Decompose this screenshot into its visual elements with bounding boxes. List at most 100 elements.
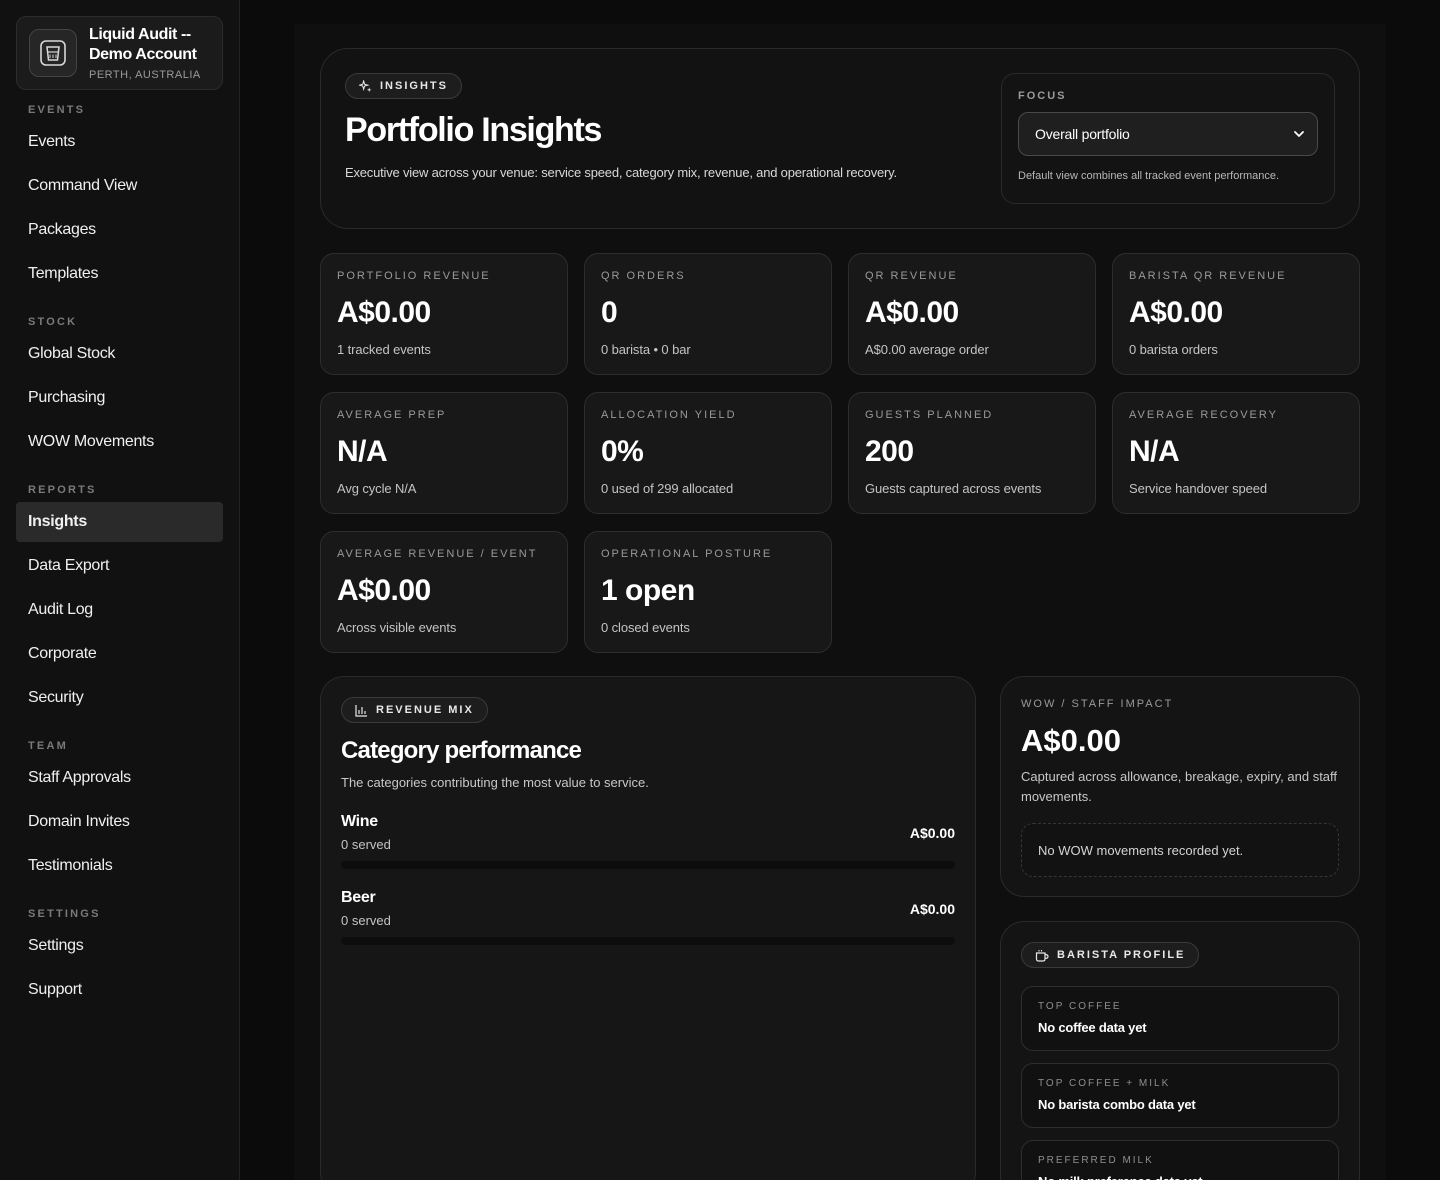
category-progress-bar — [341, 861, 955, 869]
stat-portfolio-revenue: PORTFOLIO REVENUE A$0.00 1 tracked event… — [320, 253, 568, 375]
sidebar-item-support[interactable]: Support — [16, 970, 223, 1010]
category-row-wine: Wine 0 served A$0.00 — [341, 813, 955, 873]
barista-item-value: No milk preference data yet — [1038, 1174, 1322, 1180]
focus-label: FOCUS — [1018, 90, 1067, 102]
stat-guests-planned: GUESTS PLANNED 200 Guests captured acros… — [848, 392, 1096, 514]
stat-qr-orders: QR ORDERS 0 0 barista • 0 bar — [584, 253, 832, 375]
barista-profile-badge: BARISTA PROFILE — [1021, 942, 1200, 968]
focus-select[interactable]: Overall portfolio — [1018, 112, 1318, 156]
category-amount: A$0.00 — [909, 901, 955, 917]
sidebar-item-insights[interactable]: Insights — [16, 502, 223, 542]
category-served: 0 served — [341, 913, 391, 928]
stat-label: BARISTA QR REVENUE — [1129, 270, 1287, 282]
wow-value: A$0.00 — [1021, 723, 1121, 758]
stat-note: Avg cycle N/A — [337, 481, 417, 496]
barista-top-coffee: TOP COFFEE No coffee data yet — [1021, 986, 1339, 1051]
stat-label: GUESTS PLANNED — [865, 409, 994, 421]
category-performance-title: Category performance — [341, 737, 582, 764]
revenue-mix-badge-label: REVENUE MIX — [376, 704, 474, 716]
sidebar: Liquid Audit -- Demo Account PERTH, AUST… — [0, 0, 240, 1180]
sidebar-item-purchasing[interactable]: Purchasing — [16, 378, 223, 418]
stat-note: Guests captured across events — [865, 481, 1042, 496]
category-name: Wine — [341, 813, 378, 830]
stat-label: AVERAGE PREP — [337, 409, 447, 421]
category-served: 0 served — [341, 837, 391, 852]
stat-label: ALLOCATION YIELD — [601, 409, 737, 421]
sidebar-item-templates[interactable]: Templates — [16, 254, 223, 294]
stat-allocation-yield: ALLOCATION YIELD 0% 0 used of 299 alloca… — [584, 392, 832, 514]
category-row-beer: Beer 0 served A$0.00 — [341, 889, 955, 949]
bar-chart-icon — [355, 704, 367, 717]
stat-note: 0 used of 299 allocated — [601, 481, 734, 496]
sidebar-item-settings[interactable]: Settings — [16, 926, 223, 966]
category-progress-bar — [341, 937, 955, 945]
insights-badge-label: INSIGHTS — [380, 80, 448, 92]
nav-section-stock: STOCK — [28, 316, 78, 328]
insights-hero: INSIGHTS Portfolio Insights Executive vi… — [320, 48, 1360, 229]
stat-note: 0 closed events — [601, 620, 690, 635]
stat-value: 1 open — [601, 574, 695, 607]
stat-label: QR REVENUE — [865, 270, 958, 282]
barista-preferred-milk: PREFERRED MILK No milk preference data y… — [1021, 1140, 1339, 1180]
barista-profile-card: BARISTA PROFILE TOP COFFEE No coffee dat… — [1000, 921, 1360, 1180]
stat-note: 0 barista orders — [1129, 342, 1218, 357]
stat-average-prep: AVERAGE PREP N/A Avg cycle N/A — [320, 392, 568, 514]
stat-label: AVERAGE RECOVERY — [1129, 409, 1278, 421]
sidebar-item-data-export[interactable]: Data Export — [16, 546, 223, 586]
barista-item-value: No barista combo data yet — [1038, 1097, 1196, 1112]
account-name: Liquid Audit -- Demo Account — [89, 26, 197, 63]
sparkles-icon — [359, 79, 372, 92]
wow-empty-state: No WOW movements recorded yet. — [1021, 823, 1339, 877]
page-subtitle: Executive view across your venue: servic… — [345, 165, 897, 180]
sidebar-item-staff-approvals[interactable]: Staff Approvals — [16, 758, 223, 798]
account-switcher[interactable]: Liquid Audit -- Demo Account PERTH, AUST… — [16, 16, 223, 90]
coffee-cup-icon — [1035, 949, 1049, 962]
account-location: PERTH, AUSTRALIA — [89, 69, 201, 81]
revenue-mix-badge: REVENUE MIX — [341, 697, 488, 723]
stat-value: A$0.00 — [337, 574, 431, 607]
stat-label: PORTFOLIO REVENUE — [337, 270, 491, 282]
stat-label: AVERAGE REVENUE / EVENT — [337, 548, 538, 560]
stat-label: QR ORDERS — [601, 270, 686, 282]
stat-value: A$0.00 — [865, 296, 959, 329]
barista-item-label: TOP COFFEE — [1038, 1001, 1122, 1012]
barista-top-coffee-milk: TOP COFFEE + MILK No barista combo data … — [1021, 1063, 1339, 1128]
wow-impact-card: WOW / STAFF IMPACT A$0.00 Captured acros… — [1000, 676, 1360, 897]
sidebar-item-events[interactable]: Events — [16, 122, 223, 162]
sidebar-item-command-view[interactable]: Command View — [16, 166, 223, 206]
nav-section-settings: SETTINGS — [28, 908, 101, 920]
stat-value: 0% — [601, 435, 644, 468]
stat-qr-revenue: QR REVENUE A$0.00 A$0.00 average order — [848, 253, 1096, 375]
sidebar-item-audit-log[interactable]: Audit Log — [16, 590, 223, 630]
sidebar-item-domain-invites[interactable]: Domain Invites — [16, 802, 223, 842]
stat-note: 1 tracked events — [337, 342, 431, 357]
stat-note: A$0.00 average order — [865, 342, 989, 357]
stat-barista-qr-revenue: BARISTA QR REVENUE A$0.00 0 barista orde… — [1112, 253, 1360, 375]
stat-value: N/A — [337, 435, 388, 468]
barista-profile-badge-label: BARISTA PROFILE — [1057, 949, 1186, 961]
sidebar-item-global-stock[interactable]: Global Stock — [16, 334, 223, 374]
sidebar-nav: EVENTS Events Command View Packages Template… — [16, 96, 223, 1010]
sidebar-item-wow-movements[interactable]: WOW Movements — [16, 422, 223, 462]
chevron-down-icon — [1294, 131, 1304, 137]
category-amount: A$0.00 — [909, 825, 955, 841]
wow-description: Captured across allowance, breakage, exp… — [1021, 769, 1338, 804]
sidebar-item-security[interactable]: Security — [16, 678, 223, 718]
main-content: INSIGHTS Portfolio Insights Executive vi… — [294, 24, 1386, 1180]
sidebar-item-packages[interactable]: Packages — [16, 210, 223, 250]
stat-note: Service handover speed — [1129, 481, 1268, 496]
stat-average-revenue-event: AVERAGE REVENUE / EVENT A$0.00 Across vi… — [320, 531, 568, 653]
stat-average-recovery: AVERAGE RECOVERY N/A Service handover sp… — [1112, 392, 1360, 514]
barista-item-label: TOP COFFEE + MILK — [1038, 1078, 1171, 1089]
stat-label: OPERATIONAL POSTURE — [601, 548, 773, 560]
stat-value: 0 — [601, 296, 618, 329]
focus-panel: FOCUS Overall portfolio Default view com… — [1001, 73, 1335, 204]
stat-value: A$0.00 — [1129, 296, 1223, 329]
nav-section-team: TEAM — [28, 740, 68, 752]
stat-note: Across visible events — [337, 620, 457, 635]
sidebar-item-corporate[interactable]: Corporate — [16, 634, 223, 674]
barista-item-label: PREFERRED MILK — [1038, 1155, 1154, 1166]
nav-section-reports: REPORTS — [28, 484, 97, 496]
sidebar-item-testimonials[interactable]: Testimonials — [16, 846, 223, 886]
stat-operational-posture: OPERATIONAL POSTURE 1 open 0 closed even… — [584, 531, 832, 653]
